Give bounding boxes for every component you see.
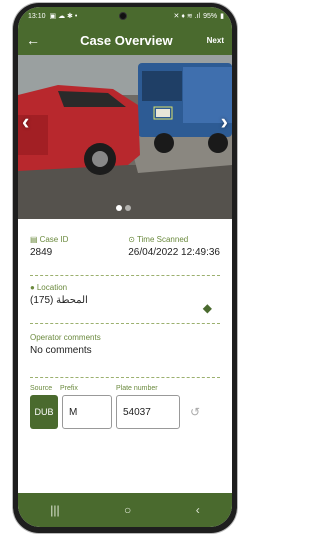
case-id-block: ▤ Case ID 2849 [30, 235, 68, 258]
screen: 13:10 ▣ ☁ ✱ • ✕ ♦ ≋ .ıl 95% ▮ ← Case Ove… [18, 7, 232, 527]
comments-block: Operator comments No comments [30, 333, 220, 356]
arrow-left-icon[interactable]: ← [26, 32, 46, 48]
app-bar: ← Case Overview Next [18, 25, 232, 55]
plate-number-input[interactable]: 54037 [116, 395, 180, 429]
location-value: المحطة (175) [30, 295, 88, 306]
carousel-next-icon[interactable]: › [221, 109, 228, 135]
case-id-label: ▤ Case ID [30, 235, 68, 244]
directions-icon[interactable]: ◆ [203, 301, 212, 315]
time-scanned-label-text: Time Scanned [136, 235, 189, 244]
divider [30, 275, 220, 276]
comments-value: No comments [30, 345, 92, 356]
plate-labels: Source Prefix Plate number [30, 385, 220, 392]
scan-photo [18, 55, 232, 219]
prefix-input[interactable]: M [62, 395, 112, 429]
plate-fields: DUB M 54037 ↺ [30, 395, 220, 429]
recent-apps-icon[interactable]: ||| [50, 503, 59, 517]
status-left: 13:10 ▣ ☁ ✱ • [28, 12, 78, 21]
source-selector[interactable]: DUB [30, 395, 58, 429]
phone-frame: 13:10 ▣ ☁ ✱ • ✕ ♦ ≋ .ıl 95% ▮ ← Case Ove… [13, 3, 237, 533]
location-block: ● Location المحطة (175) ◆ [30, 283, 220, 315]
page-title: Case Overview [80, 32, 173, 48]
case-id-value: 2849 [30, 247, 53, 258]
location-label-text: Location [36, 283, 68, 292]
time-scanned-value: 26/04/2022 12:49:36 [128, 247, 220, 258]
notification-icons: ▣ ☁ ✱ • [49, 13, 78, 20]
battery-level: 95% [203, 12, 218, 20]
location-label: ● Location [30, 283, 220, 292]
history-icon[interactable]: ↺ [190, 405, 200, 419]
clock-icon: ⊙ [128, 235, 135, 244]
plate-number-label: Plate number [116, 385, 158, 392]
carousel-dot[interactable] [125, 205, 131, 211]
battery-icon: ▮ [220, 13, 224, 20]
document-icon: ▤ [30, 235, 38, 244]
signal-icons: ✕ ♦ ≋ .ıl [173, 13, 201, 20]
scan-photo-carousel[interactable]: ‹ › [18, 55, 232, 219]
time-scanned-block: ⊙ Time Scanned 26/04/2022 12:49:36 [128, 235, 220, 258]
next-button[interactable]: Next [207, 36, 224, 45]
source-label: Source [30, 385, 53, 392]
comments-label: Operator comments [30, 333, 101, 342]
carousel-prev-icon[interactable]: ‹ [22, 109, 29, 135]
case-id-time-row: ▤ Case ID 2849 ⊙ Time Scanned 26/04/2022… [30, 235, 220, 258]
divider [30, 323, 220, 324]
carousel-dots [116, 205, 131, 211]
divider [30, 377, 220, 378]
prefix-label: Prefix [60, 385, 78, 392]
status-time: 13:10 [28, 12, 46, 20]
plate-block: Source Prefix Plate number DUB M 54037 ↺ [30, 385, 220, 429]
carousel-dot-active[interactable] [116, 205, 122, 211]
home-icon[interactable]: ○ [124, 503, 131, 517]
system-nav-bar: ||| ○ ‹ [18, 493, 232, 527]
time-scanned-label: ⊙ Time Scanned [128, 235, 220, 244]
back-nav-icon[interactable]: ‹ [196, 503, 200, 517]
location-pin-icon: ● [30, 283, 35, 292]
status-right: ✕ ♦ ≋ .ıl 95% ▮ [173, 12, 224, 21]
case-id-label-text: Case ID [39, 235, 69, 244]
front-camera [119, 12, 127, 20]
